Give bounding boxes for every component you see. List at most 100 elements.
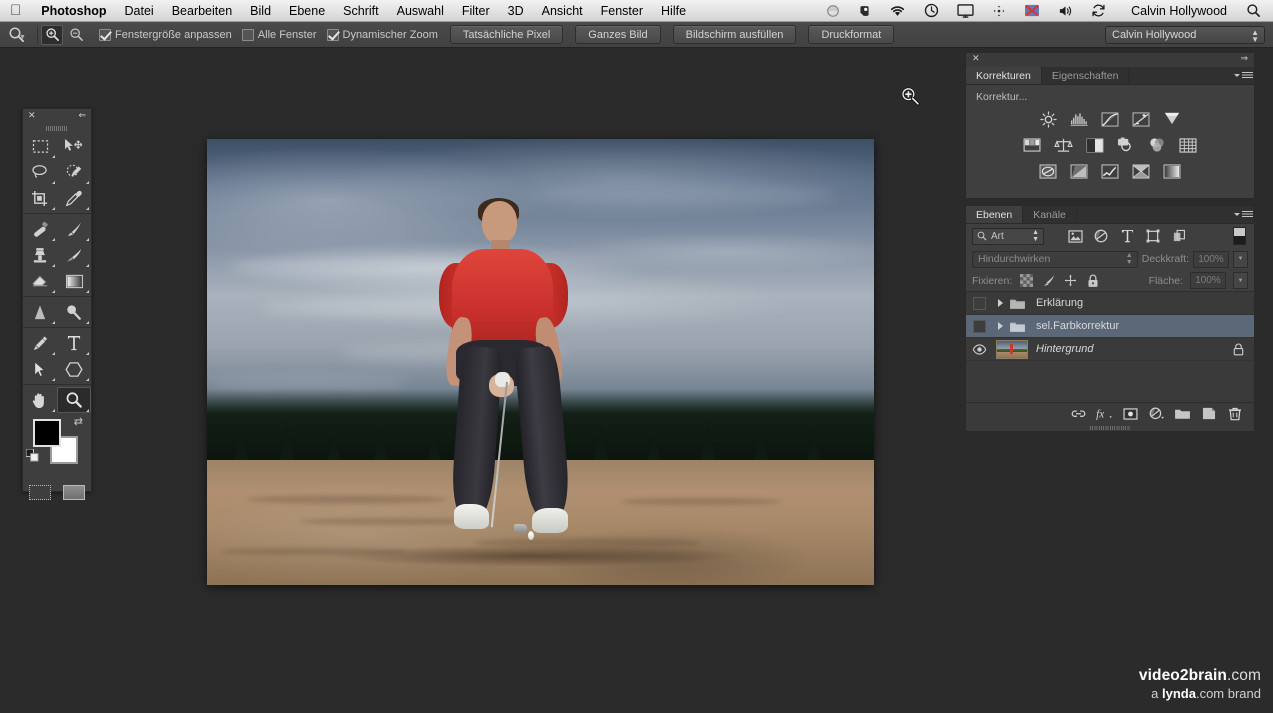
workspace-selector[interactable]: Calvin Hollywood ▲ ▼ (1105, 26, 1265, 44)
path-selection-tool[interactable] (23, 356, 57, 382)
flyout-triangle-icon[interactable] (52, 352, 55, 355)
lock-position-icon[interactable] (1063, 273, 1078, 288)
zoom-tool[interactable] (57, 387, 91, 413)
checkbox-fit-window[interactable]: Fenstergröße anpassen (99, 28, 232, 41)
posterize-icon[interactable] (1069, 162, 1089, 180)
current-tool-zoom-icon[interactable]: ▼ (0, 22, 34, 48)
tab-ebenen[interactable]: Ebenen (966, 206, 1024, 223)
timemachine-icon[interactable] (915, 0, 948, 22)
layer-filter-type-select[interactable]: Art ▲ ▼ (972, 227, 1044, 245)
eyedropper-tool[interactable] (57, 185, 91, 211)
checkbox-scrubby-zoom[interactable]: Dynamischer Zoom (326, 28, 438, 41)
spot-healing-brush-tool[interactable] (23, 216, 57, 242)
lasso-tool[interactable] (23, 159, 57, 185)
button-actual-pixels[interactable]: Tatsächliche Pixel (449, 25, 564, 44)
shape-tool[interactable] (57, 356, 91, 382)
dropbox-icon[interactable] (817, 0, 849, 22)
table-row[interactable]: Erklärung (966, 292, 1254, 315)
eraser-tool[interactable] (23, 268, 57, 294)
adjustment-layer-filter-icon[interactable] (1088, 225, 1114, 247)
invert-icon[interactable] (1038, 162, 1058, 180)
teamviewer-icon[interactable] (983, 0, 1015, 22)
panel-menu-icon[interactable] (1232, 206, 1254, 223)
screen-mode-icon[interactable] (63, 485, 85, 500)
layer-mask-icon[interactable] (1119, 404, 1142, 424)
volume-icon[interactable] (1049, 0, 1082, 22)
levels-icon[interactable] (1069, 110, 1089, 128)
flyout-triangle-icon[interactable] (52, 207, 55, 210)
menu-item-auswahl[interactable]: Auswahl (388, 0, 453, 22)
layer-name[interactable]: Erklärung (1028, 297, 1083, 309)
type-tool[interactable] (57, 330, 91, 356)
checkbox-box-all-windows[interactable] (241, 28, 254, 41)
zoom-out-icon[interactable] (65, 25, 87, 45)
double-chevron-left-icon[interactable]: ⇐ (78, 110, 86, 121)
flyout-triangle-icon[interactable] (86, 181, 89, 184)
fill-stepper-icon[interactable]: ▼ (1233, 272, 1248, 289)
opacity-value[interactable]: 100% (1193, 250, 1229, 268)
default-colors-icon[interactable] (26, 449, 39, 462)
tools-panel-grip[interactable] (23, 124, 91, 133)
flyout-triangle-icon[interactable] (52, 264, 55, 267)
button-fill-screen[interactable]: Bildschirm ausfüllen (672, 25, 797, 44)
filter-toggle-icon[interactable] (1233, 227, 1246, 245)
new-layer-icon[interactable] (1197, 404, 1220, 424)
checkbox-all-windows[interactable]: Alle Fenster (241, 28, 317, 41)
checkbox-box-fit-window[interactable] (99, 28, 111, 41)
tab-kanaele[interactable]: Kanäle (1023, 206, 1077, 223)
flyout-triangle-icon[interactable] (86, 207, 89, 210)
type-layer-filter-icon[interactable] (1114, 225, 1140, 247)
menu-item-bild[interactable]: Bild (241, 0, 280, 22)
table-row[interactable]: sel.Farbkorrektur (966, 315, 1254, 338)
menu-item-filter[interactable]: Filter (453, 0, 499, 22)
shape-layer-filter-icon[interactable] (1140, 225, 1166, 247)
hue-saturation-icon[interactable] (1023, 136, 1043, 154)
display-icon[interactable] (948, 0, 983, 22)
rectangular-marquee-tool[interactable] (23, 133, 57, 159)
close-icon[interactable]: ✕ (28, 110, 36, 121)
quick-mask-mode-icon[interactable] (29, 485, 51, 500)
pen-tool[interactable] (23, 330, 57, 356)
clone-stamp-tool[interactable] (23, 242, 57, 268)
button-fit-screen[interactable]: Ganzes Bild (575, 25, 661, 44)
close-icon[interactable]: ✕ (972, 53, 980, 64)
flyout-triangle-icon[interactable] (86, 264, 89, 267)
crop-tool[interactable] (23, 185, 57, 211)
flyout-triangle-icon[interactable] (86, 290, 89, 293)
flyout-triangle-icon[interactable] (86, 238, 89, 241)
pixel-layer-filter-icon[interactable] (1062, 225, 1088, 247)
threshold-icon[interactable] (1100, 162, 1120, 180)
flyout-triangle-icon[interactable] (86, 352, 89, 355)
flyout-triangle-icon[interactable] (52, 378, 55, 381)
fill-value[interactable]: 100% (1190, 272, 1226, 289)
spotlight-search-icon[interactable] (1237, 0, 1273, 22)
double-chevron-right-icon[interactable]: ⇒ (1240, 53, 1248, 64)
tool-preset-chevron-icon[interactable]: ▼ (19, 34, 26, 41)
blur-tool[interactable] (23, 299, 57, 325)
flyout-triangle-icon[interactable] (86, 409, 89, 412)
new-group-icon[interactable] (1171, 404, 1194, 424)
layer-visibility-toggle[interactable] (966, 319, 992, 333)
flyout-triangle-icon[interactable] (52, 181, 55, 184)
flyout-triangle-icon[interactable] (52, 409, 55, 412)
menu-item-datei[interactable]: Datei (116, 0, 163, 22)
delete-layer-icon[interactable] (1223, 404, 1246, 424)
layer-visibility-toggle[interactable] (966, 343, 992, 355)
layer-name[interactable]: sel.Farbkorrektur (1028, 320, 1119, 332)
zoom-in-icon[interactable] (41, 24, 63, 45)
brightness-contrast-icon[interactable] (1038, 110, 1058, 128)
group-disclosure-icon[interactable] (994, 299, 1006, 307)
tab-eigenschaften[interactable]: Eigenschaften (1042, 67, 1130, 84)
new-adjustment-layer-icon[interactable] (1145, 404, 1168, 424)
menu-item-ansicht[interactable]: Ansicht (533, 0, 592, 22)
menu-item-hilfe[interactable]: Hilfe (652, 0, 695, 22)
sync-icon[interactable] (1082, 0, 1115, 22)
lock-transparency-icon[interactable] (1019, 273, 1034, 288)
table-row[interactable]: Hintergrund (966, 338, 1254, 361)
color-lookup-icon[interactable] (1178, 136, 1198, 154)
flyout-triangle-icon[interactable] (86, 378, 89, 381)
history-brush-tool[interactable] (57, 242, 91, 268)
evernote-icon[interactable] (849, 0, 880, 22)
blend-mode-select[interactable]: Hindurchwirken ▲ ▼ (972, 250, 1138, 268)
gradient-tool[interactable] (57, 268, 91, 294)
